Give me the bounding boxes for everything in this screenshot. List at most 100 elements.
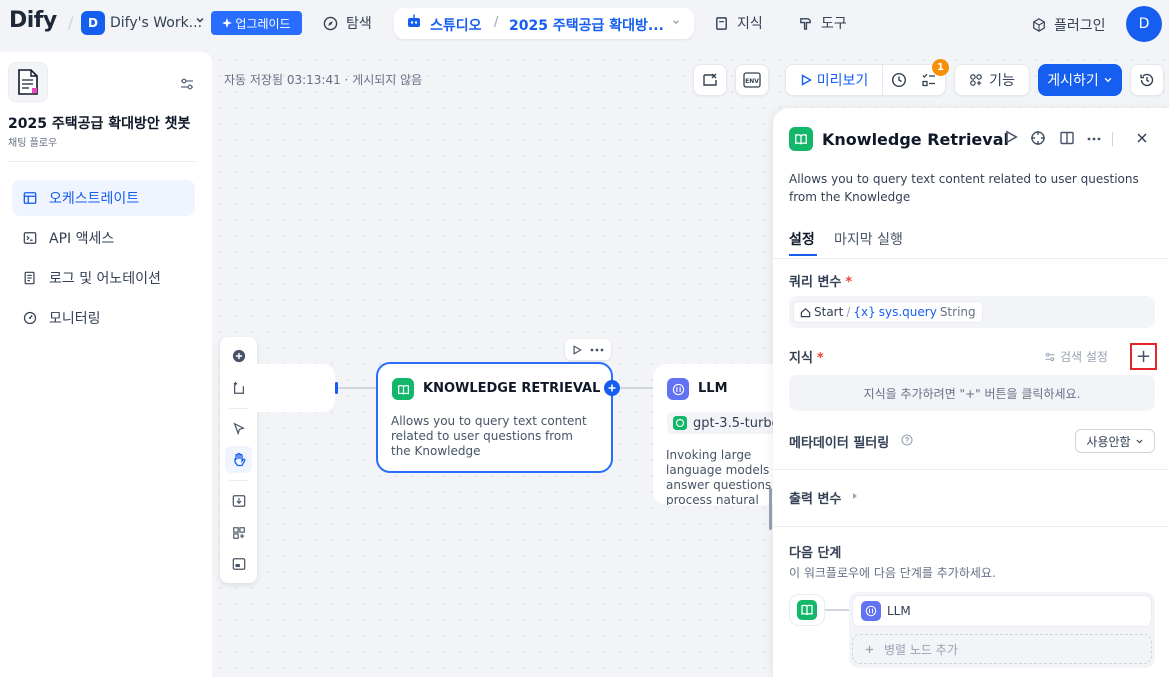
nav-studio[interactable]: 스튜디오 [430,15,482,35]
upgrade-label: 업그레이드 [235,16,291,31]
hand-tool[interactable] [225,446,252,473]
app-selector[interactable]: 2025 주택공급 확대방... [509,15,664,35]
breadcrumb-separator: / [68,13,74,32]
play-icon [800,74,812,86]
query-variable-label-text: 쿼리 변수 [789,275,842,290]
dify-logo[interactable]: Dify [9,8,57,33]
llm-node[interactable]: LLM gpt-3.5-turbo Invoking large languag… [653,364,778,505]
add-parallel-label: 병렬 노드 추가 [884,642,958,657]
edge-start-to-knowledge [338,387,376,389]
app-name: 2025 주택공급 확대방안 챗봇 [8,116,191,132]
preview-button[interactable]: 미리보기 [786,65,883,95]
nav-plugins[interactable]: 플러그인 [1032,15,1106,35]
app-icon [8,62,48,102]
add-node-tool[interactable] [225,342,252,369]
variable-icon: {x} [853,305,876,319]
crosshair-icon[interactable] [1030,130,1046,146]
upgrade-button[interactable]: 업그레이드 [211,11,302,35]
knowledge-empty-state: 지식을 추가하려면 "+" 버튼을 클릭하세요. [789,375,1155,411]
breadcrumb-separator: / [494,15,499,30]
nav-tools-label: 도구 [821,16,847,32]
llm-node-icon [667,378,689,400]
help-book-icon[interactable] [1059,130,1075,146]
tab-last-run[interactable]: 마지막 실행 [834,229,903,249]
chevron-down-icon[interactable] [194,14,206,26]
publish-button[interactable]: 게시하기 [1038,64,1122,96]
export-image-tool[interactable] [225,487,252,514]
env-icon: ENV [743,72,761,88]
env-check-button[interactable] [693,64,727,96]
hand-icon [231,452,247,468]
organize-blocks-tool[interactable] [225,519,252,546]
query-separator: / [846,305,851,319]
nav-tools[interactable]: 도구 [798,12,847,34]
user-avatar[interactable]: D [1126,6,1162,42]
nav-explore[interactable]: 탐색 [323,12,372,34]
nav-explore-label: 탐색 [346,16,372,32]
output-variables-toggle[interactable]: 출력 변수 [789,488,841,507]
history-icon [1139,72,1155,88]
query-variable-chip[interactable]: Start / {x} sys.query String [793,301,983,323]
logs-icon [23,271,37,285]
sidebar-item-api-access[interactable]: API 액세스 [12,220,195,256]
more-icon[interactable] [1087,137,1101,141]
layout-grid-icon [232,526,246,540]
required-mark: * [816,351,824,366]
panel-header-divider [1112,132,1113,146]
run-history-icon[interactable] [891,72,907,88]
retrieval-settings-button[interactable]: 검색 설정 [1044,348,1108,365]
panel-description[interactable]: Allows you to query text content related… [789,170,1159,206]
next-node-llm[interactable]: LLM [852,595,1152,627]
gauge-icon [23,311,37,325]
panel-title[interactable]: Knowledge Retrieval [822,130,1009,149]
add-knowledge-button[interactable]: + [1130,343,1157,370]
next-node-label: LLM [887,604,911,618]
workspace-name[interactable]: Dify's Work... [110,15,202,31]
hammer-icon [798,16,813,31]
sticky-note-icon [232,381,246,395]
help-circle-icon[interactable] [901,434,913,446]
play-icon[interactable] [572,344,582,355]
more-icon[interactable] [590,348,604,352]
palette-divider [229,408,248,409]
knowledge-node-icon [789,127,813,151]
query-variable-selector[interactable]: Start / {x} sys.query String [789,296,1155,328]
next-step-description: 이 워크플로우에 다음 단계를 추가하세요. [789,566,996,580]
start-node[interactable] [257,364,335,412]
tab-settings[interactable]: 설정 [789,229,815,249]
add-note-tool[interactable] [225,374,252,401]
sparkle-icon [222,18,233,28]
metadata-filter-select[interactable]: 사용안함 [1075,429,1155,453]
workspace-avatar[interactable]: D [81,11,105,35]
features-button[interactable]: 기능 [954,64,1030,96]
app-sidebar: 2025 주택공급 확대방안 챗봇 채팅 플로우 오케스트레이트 API 액세스… [0,52,212,677]
openai-icon [673,416,687,430]
sidebar-item-label: 오케스트레이트 [49,191,140,207]
home-icon [800,307,811,318]
panel-resize-handle[interactable] [769,488,772,530]
add-next-node-button[interactable] [604,380,620,396]
chevron-down-icon [1103,75,1113,85]
nav-knowledge[interactable]: 지식 [714,12,763,34]
sidebar-item-logs[interactable]: 로그 및 어노테이션 [12,260,195,296]
palette-divider [229,480,248,481]
sidebar-item-monitoring[interactable]: 모니터링 [12,300,195,336]
chevron-down-icon[interactable] [671,17,681,27]
llm-model-badge: gpt-3.5-turbo [667,412,778,434]
knowledge-retrieval-node[interactable]: KNOWLEDGE RETRIEVAL Allows you to query … [376,362,613,473]
run-node-icon[interactable] [1004,130,1018,144]
pointer-tool[interactable] [225,415,252,442]
sliders-icon[interactable] [179,76,195,92]
sidebar-item-orchestrate[interactable]: 오케스트레이트 [12,180,195,216]
minimap-tool[interactable] [225,550,252,577]
add-parallel-node-button[interactable]: 병렬 노드 추가 [852,634,1152,664]
version-history-button[interactable] [1130,64,1164,96]
env-variables-button[interactable]: ENV [735,64,769,96]
close-icon[interactable] [1136,132,1148,144]
sliders-icon [1044,351,1056,363]
sidebar-item-label: 로그 및 어노테이션 [49,271,161,287]
current-node-chip [789,594,825,626]
chevron-right-icon[interactable] [851,492,859,500]
chevron-down-icon [1135,437,1144,446]
query-variable-type: String [939,305,976,319]
